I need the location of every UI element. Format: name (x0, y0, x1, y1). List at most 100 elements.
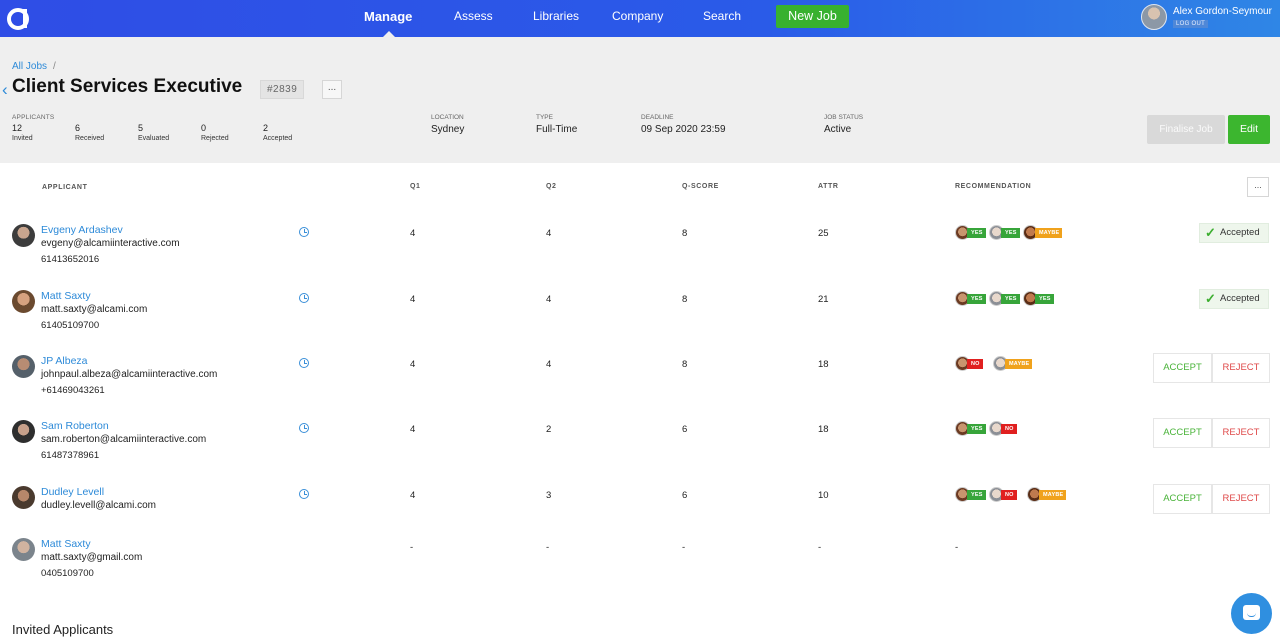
q1-value: - (410, 542, 414, 553)
col-recommendation[interactable]: RECOMMENDATION (955, 183, 1031, 190)
logout-button[interactable]: LOG OUT (1173, 20, 1209, 28)
stat-label: Received (75, 135, 105, 142)
meta-type: TYPE Full-Time (536, 114, 577, 135)
qscore-value: 6 (682, 490, 688, 501)
table-row[interactable]: JP Albeza johnpaul.albeza@alcamiinteracti… (0, 353, 1280, 417)
table-row[interactable]: Matt Saxty matt.saxty@gmail.com 0405109700… (0, 538, 1280, 600)
job-more-button[interactable]: ... (322, 80, 342, 99)
table-more-button[interactable]: ... (1247, 177, 1269, 197)
applicant-email: matt.saxty@alcami.com (41, 304, 148, 315)
stat-value: 0 (201, 123, 207, 133)
recommendation-tag: NO (1001, 424, 1017, 434)
edit-job-button[interactable]: Edit (1228, 115, 1270, 144)
applicant-phone: 61413652016 (41, 254, 100, 265)
applicant-name-link[interactable]: Matt Saxty (41, 538, 91, 550)
stat-evaluated[interactable]: 5 Evaluated (138, 123, 169, 142)
col-applicant[interactable]: APPLICANT (42, 184, 87, 191)
nav-manage[interactable]: Manage (364, 9, 412, 24)
stat-received[interactable]: 6 Received (75, 123, 104, 142)
meta-value: Full-Time (536, 124, 578, 135)
table-row[interactable]: Matt Saxty matt.saxty@alcami.com 614051097… (0, 289, 1280, 352)
qscore-value: 8 (682, 359, 688, 370)
applicants-label: APPLICANTS (12, 114, 55, 121)
q1-value: 4 (410, 294, 416, 305)
col-attr[interactable]: ATTR (818, 183, 839, 190)
clock-icon[interactable] (299, 358, 309, 368)
accept-button[interactable]: ACCEPT (1153, 418, 1212, 448)
q1-value: 4 (410, 490, 416, 501)
meta-job-status: JOB STATUS Active (824, 114, 863, 135)
applicant-name-link[interactable]: Sam Roberton (41, 420, 109, 432)
alcami-logo-icon[interactable] (6, 4, 30, 32)
q1-value: 4 (410, 424, 416, 435)
nav-search[interactable]: Search (703, 9, 741, 23)
applicant-email: matt.saxty@gmail.com (41, 552, 143, 563)
q2-value: 4 (546, 359, 552, 370)
attr-value: 21 (818, 294, 829, 305)
applicant-phone: 61405109700 (41, 320, 100, 331)
stat-rejected[interactable]: 0 Rejected (201, 123, 229, 142)
applicant-avatar (12, 538, 35, 561)
meta-value: Sydney (431, 124, 465, 135)
finalise-job-button[interactable]: Finalise Job (1147, 115, 1225, 144)
reject-button[interactable]: REJECT (1212, 418, 1270, 448)
applicant-avatar (12, 290, 35, 313)
qscore-value: 6 (682, 424, 688, 435)
stat-value: 12 (12, 123, 23, 133)
qscore-value: - (682, 542, 686, 553)
applicant-name-link[interactable]: Evgeny Ardashev (41, 224, 123, 236)
recommendation-tag: YES (967, 294, 986, 304)
applicant-name-link[interactable]: Matt Saxty (41, 290, 91, 302)
accept-button[interactable]: ACCEPT (1153, 484, 1212, 514)
stat-accepted[interactable]: 2 Accepted (263, 123, 292, 142)
applicant-phone: 0405109700 (41, 568, 94, 579)
col-q1[interactable]: Q1 (410, 183, 421, 190)
meta-label: TYPE (536, 114, 553, 121)
table-row[interactable]: Evgeny Ardashev evgeny@alcamiinteractive.… (0, 223, 1280, 286)
stat-invited[interactable]: 12 Invited (12, 123, 33, 142)
meta-value: 09 Sep 2020 23:59 (641, 124, 726, 135)
col-q2[interactable]: Q2 (546, 183, 557, 190)
breadcrumb: All Jobs / (12, 61, 56, 72)
reject-button[interactable]: REJECT (1212, 484, 1270, 514)
stat-value: 6 (75, 123, 81, 133)
user-name[interactable]: Alex Gordon-Seymour (1173, 6, 1272, 17)
job-header: All Jobs / ‹ Client Services Executive #2… (0, 37, 1280, 163)
clock-icon[interactable] (299, 293, 309, 303)
new-job-button[interactable]: New Job (776, 5, 849, 28)
applicant-email: johnpaul.albeza@alcamiinteractive.com (41, 369, 218, 380)
applicant-name-link[interactable]: JP Albeza (41, 355, 88, 367)
accept-button[interactable]: ACCEPT (1153, 353, 1212, 383)
chat-bubble-icon[interactable] (1231, 593, 1272, 634)
q1-value: 4 (410, 228, 416, 239)
job-title: Client Services Executive (12, 76, 243, 97)
recommendation-tag: YES (967, 228, 986, 238)
q2-value: 2 (546, 424, 552, 435)
applicant-name-link[interactable]: Dudley Levell (41, 486, 104, 498)
attr-value: 18 (818, 359, 829, 370)
user-avatar[interactable] (1141, 4, 1167, 30)
meta-label: DEADLINE (641, 114, 674, 121)
reject-button[interactable]: REJECT (1212, 353, 1270, 383)
attr-value: 18 (818, 424, 829, 435)
breadcrumb-all-jobs[interactable]: All Jobs (12, 61, 47, 72)
nav-assess[interactable]: Assess (454, 9, 493, 23)
nav-libraries[interactable]: Libraries (533, 9, 579, 23)
clock-icon[interactable] (299, 227, 309, 237)
recommendation-tag: YES (967, 424, 986, 434)
recommendation-empty: - (955, 542, 959, 553)
nav-company[interactable]: Company (612, 9, 663, 23)
stat-label: Evaluated (138, 135, 170, 142)
applicant-email: sam.roberton@alcamiinteractive.com (41, 434, 207, 445)
top-navigation-bar: Manage Assess Libraries Company Search N… (0, 0, 1280, 37)
table-row[interactable]: Sam Roberton sam.roberton@alcamiinteracti… (0, 418, 1280, 482)
applicant-email: evgeny@alcamiinteractive.com (41, 238, 180, 249)
clock-icon[interactable] (299, 423, 309, 433)
clock-icon[interactable] (299, 489, 309, 499)
col-qscore[interactable]: Q-SCORE (682, 183, 719, 190)
applicant-email: dudley.levell@alcami.com (41, 500, 157, 511)
back-chevron-icon[interactable]: ‹ (2, 80, 8, 100)
meta-location: LOCATION Sydney (431, 114, 464, 135)
accepted-badge: Accepted (1199, 223, 1269, 243)
recommendation-tag: YES (967, 490, 986, 500)
